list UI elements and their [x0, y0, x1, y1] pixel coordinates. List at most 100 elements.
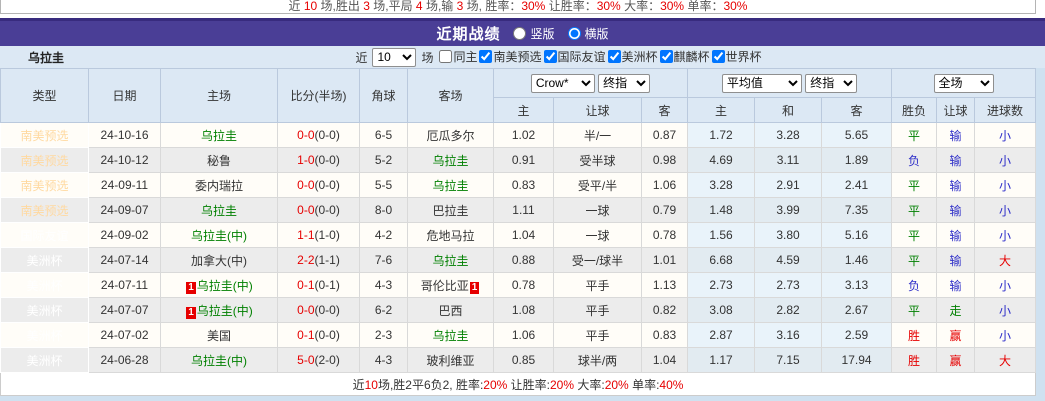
result-scope-select[interactable]: 全场: [933, 73, 994, 93]
cell-result-handicap: 输: [936, 247, 976, 273]
home-team-link[interactable]: 加拿大(中): [191, 254, 247, 268]
league-filter[interactable]: 麒麟杯: [659, 48, 710, 65]
cell-corner: 4-3: [359, 272, 408, 298]
col-avg-draw: 和: [754, 97, 823, 123]
cell-home-team[interactable]: 乌拉圭(中): [160, 222, 278, 248]
cell-avg-win: 1.72: [687, 122, 756, 148]
league-filter-checkbox[interactable]: [659, 50, 673, 63]
cell-home-team[interactable]: 1 乌拉圭(中): [160, 297, 278, 323]
col-odds-home: 主: [493, 97, 554, 123]
cell-home-team[interactable]: 委内瑞拉: [160, 172, 278, 198]
cell-away-team[interactable]: 哥伦比亚 1: [407, 272, 494, 298]
col-result-goals: 进球数: [974, 97, 1037, 123]
home-team-link[interactable]: 美国: [207, 329, 231, 343]
cell-away-team[interactable]: 乌拉圭: [407, 147, 494, 173]
cell-result-handicap: 输: [936, 272, 976, 298]
cell-avg-draw: 2.73: [754, 272, 823, 298]
cell-result-goals: 小: [974, 122, 1037, 148]
league-filter[interactable]: 南美预选: [478, 48, 542, 65]
cell-away-team[interactable]: 乌拉圭: [407, 172, 494, 198]
cell-odds-home: 0.83: [493, 172, 554, 198]
cell-home-team[interactable]: 乌拉圭: [160, 197, 278, 223]
cell-odds-home: 1.02: [493, 122, 554, 148]
cell-result-outcome: 平: [891, 197, 938, 223]
near-count-select[interactable]: 10: [372, 47, 417, 67]
away-team-link[interactable]: 哥伦比亚: [421, 279, 469, 293]
cell-away-team[interactable]: 乌拉圭: [407, 322, 494, 348]
cell-avg-draw: 2.91: [754, 172, 823, 198]
layout-option-horizontal[interactable]: 横版: [567, 25, 609, 42]
cell-away-team[interactable]: 厄瓜多尔: [407, 122, 494, 148]
away-team-link[interactable]: 乌拉圭: [432, 154, 468, 168]
cell-home-team[interactable]: 秘鲁: [160, 147, 278, 173]
layout-radio-vertical[interactable]: [513, 27, 527, 40]
match-rows: 南美预选 24-10-16 乌拉圭 0-0(0-0) 6-5 厄瓜多尔 1.02 半/一 0.8…: [0, 122, 1037, 373]
cell-away-team[interactable]: 危地马拉: [407, 222, 494, 248]
away-team-link[interactable]: 巴拉圭: [432, 204, 468, 218]
col-date: 日期: [88, 68, 161, 123]
cell-result-outcome: 胜: [891, 322, 938, 348]
away-team-link[interactable]: 乌拉圭: [432, 329, 468, 343]
league-filter[interactable]: 国际友谊: [543, 48, 606, 65]
cell-home-team[interactable]: 乌拉圭: [160, 122, 278, 148]
home-team-link[interactable]: 乌拉圭: [201, 204, 237, 218]
home-team-link[interactable]: 委内瑞拉: [195, 179, 243, 193]
cell-result-handicap: 输: [936, 147, 976, 173]
cell-away-team[interactable]: 乌拉圭: [407, 247, 494, 273]
league-filter[interactable]: 美洲杯: [607, 48, 658, 65]
odds-company-time-select[interactable]: 终指: [598, 73, 651, 93]
cell-score: 2-2(1-1): [277, 247, 360, 273]
cell-away-team[interactable]: 玻利维亚: [407, 347, 494, 373]
cell-home-team[interactable]: 乌拉圭(中): [160, 347, 278, 373]
cell-handicap: 球半/两: [553, 347, 642, 373]
cell-home-team[interactable]: 1 乌拉圭(中): [160, 272, 278, 298]
league-filter[interactable]: 同主: [438, 48, 477, 65]
cell-away-team[interactable]: 巴拉圭: [407, 197, 494, 223]
league-filter-checkbox[interactable]: [479, 50, 493, 63]
league-filter[interactable]: 世界杯: [711, 48, 762, 65]
cell-avg-lose: 2.41: [821, 172, 893, 198]
cell-avg-draw: 4.59: [754, 247, 823, 273]
home-team-link[interactable]: 乌拉圭(中): [197, 279, 253, 293]
league-filters: 同主 南美预选 国际友谊 美洲杯 麒麟杯 世界杯: [438, 48, 762, 66]
summary-value: 3: [363, 0, 370, 13]
home-team-link[interactable]: 乌拉圭(中): [197, 304, 253, 318]
cell-away-team[interactable]: 巴西: [407, 297, 494, 323]
cell-league-badge: 南美预选: [0, 122, 89, 148]
league-filter-checkbox[interactable]: [607, 50, 621, 63]
layout-radio-vertical-label: 竖版: [530, 27, 555, 41]
odds-company-select[interactable]: Crow*: [530, 73, 595, 93]
cell-home-team[interactable]: 加拿大(中): [160, 247, 278, 273]
previous-table-summary: 近 10 场,胜出 3 场,平局 4 场,输 3 场, 胜率：30% 让胜率：3…: [0, 0, 1036, 14]
league-filter-checkbox[interactable]: [543, 50, 557, 63]
near-label: 近: [355, 50, 368, 65]
col-score: 比分(半场): [277, 68, 360, 123]
away-team-link[interactable]: 乌拉圭: [432, 179, 468, 193]
avg-odds-time-select[interactable]: 终指: [805, 73, 858, 93]
layout-radio-horizontal[interactable]: [567, 27, 581, 40]
layout-option-vertical[interactable]: 竖版: [512, 25, 555, 42]
cell-result-goals: 大: [974, 347, 1037, 373]
away-team-link[interactable]: 乌拉圭: [432, 254, 468, 268]
league-filter-checkbox[interactable]: [439, 50, 453, 63]
away-team-link[interactable]: 玻利维亚: [426, 354, 474, 368]
league-filter-label: 美洲杯: [621, 50, 658, 64]
summary-text: 场,输: [422, 0, 457, 13]
home-team-link[interactable]: 乌拉圭(中): [191, 229, 247, 243]
cell-score: 1-0(0-0): [277, 147, 360, 173]
cell-handicap: 平手: [553, 272, 642, 298]
cell-home-team[interactable]: 美国: [160, 322, 278, 348]
red-card-badge: 1: [469, 281, 480, 294]
cell-result-handicap: 输: [936, 197, 976, 223]
avg-odds-select[interactable]: 平均值: [721, 73, 802, 93]
home-team-link[interactable]: 秘鲁: [207, 154, 231, 168]
cell-score: 0-0(0-0): [277, 297, 360, 323]
summary-value: 30%: [521, 0, 546, 13]
away-team-link[interactable]: 危地马拉: [426, 229, 474, 243]
home-team-link[interactable]: 乌拉圭: [201, 129, 237, 143]
away-team-link[interactable]: 巴西: [438, 304, 462, 318]
away-team-link[interactable]: 厄瓜多尔: [426, 129, 474, 143]
cell-result-handicap: 输: [936, 172, 976, 198]
league-filter-checkbox[interactable]: [711, 50, 725, 63]
home-team-link[interactable]: 乌拉圭(中): [191, 354, 247, 368]
